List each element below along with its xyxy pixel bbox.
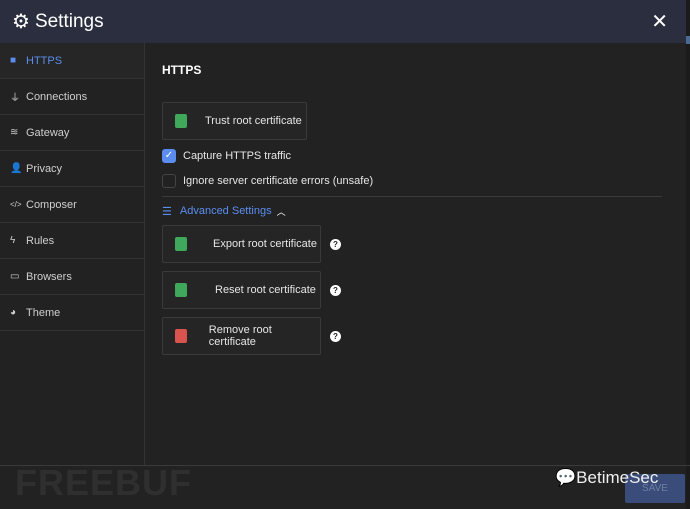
- wifi-icon: ≋: [10, 127, 19, 138]
- sidebar-item-browsers[interactable]: ▭ Browsers: [0, 259, 144, 295]
- checkbox-label: Capture HTTPS traffic: [183, 149, 291, 162]
- sidebar: ■ HTTPS ⏚ Connections ≋ Gateway 👤 Privacy </…: [0, 43, 145, 465]
- sidebar-item-composer[interactable]: </> Composer: [0, 187, 144, 223]
- watermark-text: BetimeSec: [576, 468, 659, 487]
- checkbox-box: [162, 173, 176, 188]
- remove-row: Remove root certificate?: [162, 317, 662, 355]
- trust-root-certificate-button[interactable]: Trust root certificate: [162, 102, 307, 140]
- button-label: Trust root certificate: [205, 115, 302, 127]
- checkbox-label: Ignore server certificate errors (unsafe…: [183, 174, 374, 187]
- sidebar-item-gateway[interactable]: ≋ Gateway: [0, 115, 144, 151]
- help-icon[interactable]: ?: [330, 238, 341, 250]
- help-icon[interactable]: ?: [330, 330, 341, 342]
- bolt-icon: ϟ: [10, 235, 16, 246]
- watermark-betimesec: 💬BetimeSec: [555, 468, 658, 488]
- window-icon: ▭: [10, 271, 20, 282]
- export-row: Export root certificate?: [162, 225, 662, 263]
- dialog-header: ⚙ Settings: [0, 0, 686, 43]
- reset-root-certificate-button[interactable]: Reset root certificate: [162, 271, 321, 309]
- https-panel: HTTPS Trust root certificate ✓ Capture HT…: [162, 43, 662, 355]
- sidebar-item-label: Privacy: [26, 162, 63, 175]
- sliders-icon: ☰: [162, 205, 172, 218]
- reset-row: Reset root certificate?: [162, 271, 662, 309]
- button-label: Reset root certificate: [215, 284, 316, 296]
- gear-icon: ⚙: [12, 11, 30, 33]
- advanced-settings-toggle[interactable]: ☰ Advanced Settings ︿: [162, 197, 662, 225]
- sidebar-item-label: Connections: [26, 90, 88, 103]
- sidebar-item-label: Gateway: [26, 126, 70, 139]
- background-edge: [686, 0, 690, 509]
- certificate-icon: [175, 283, 187, 297]
- lock-icon: ■: [10, 55, 17, 66]
- code-icon: </>: [10, 200, 22, 209]
- certificate-icon: [175, 329, 187, 343]
- help-icon[interactable]: ?: [330, 284, 341, 296]
- wechat-icon: 💬: [555, 468, 577, 487]
- checkmark-icon: ✓: [162, 148, 176, 163]
- plug-icon: ⏚: [10, 93, 20, 104]
- sidebar-item-privacy[interactable]: 👤 Privacy: [0, 151, 144, 187]
- watermark-freebuf: FREEBUF: [15, 462, 192, 503]
- sidebar-item-label: Browsers: [26, 270, 72, 283]
- certificate-icon: [175, 237, 187, 251]
- sidebar-item-rules[interactable]: ϟ Rules: [0, 223, 144, 259]
- capture-https-checkbox[interactable]: ✓ Capture HTTPS traffic: [162, 143, 662, 168]
- sidebar-item-label: Composer: [26, 198, 77, 211]
- sidebar-item-https[interactable]: ■ HTTPS: [0, 43, 144, 79]
- certificate-icon: [175, 114, 187, 128]
- button-label: Remove root certificate: [208, 324, 272, 348]
- dialog-title: Settings: [34, 10, 104, 32]
- close-icon[interactable]: ✕: [651, 9, 668, 34]
- sidebar-item-connections[interactable]: ⏚ Connections: [0, 79, 144, 115]
- chevron-up-icon: ︿: [276, 206, 286, 217]
- sidebar-item-label: HTTPS: [26, 54, 63, 67]
- user-shield-icon: 👤: [10, 163, 23, 174]
- sidebar-item-label: Theme: [26, 306, 61, 319]
- ignore-cert-errors-checkbox[interactable]: Ignore server certificate errors (unsafe…: [162, 168, 662, 193]
- export-root-certificate-button[interactable]: Export root certificate: [162, 225, 321, 263]
- palette-icon: ◕: [10, 307, 17, 318]
- sidebar-item-theme[interactable]: ◕ Theme: [0, 295, 144, 331]
- advanced-settings-label: Advanced Settings: [179, 205, 272, 217]
- sidebar-item-label: Rules: [26, 234, 55, 247]
- section-heading: HTTPS: [162, 63, 202, 77]
- remove-root-certificate-button[interactable]: Remove root certificate: [162, 317, 321, 355]
- button-label: Export root certificate: [213, 238, 317, 250]
